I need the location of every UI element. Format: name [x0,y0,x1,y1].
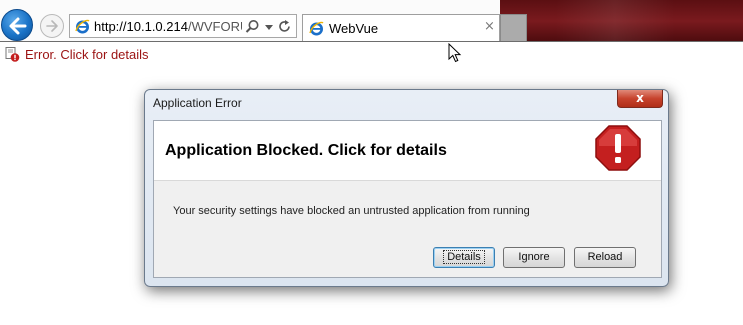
address-host: http://10.1.0.214 [94,19,188,34]
mouse-cursor-icon [448,43,462,63]
chevron-down-icon[interactable] [263,20,275,34]
address-bar[interactable]: http://10.1.0.214/WVFORUM [69,14,297,38]
browser-tab-webvue[interactable]: WebVue × [302,14,500,41]
dialog-heading[interactable]: Application Blocked. Click for details [165,141,447,160]
dialog-title: Application Error [153,96,242,110]
dialog-message: Your security settings have blocked an u… [173,205,530,217]
refresh-icon[interactable] [277,19,292,34]
dialog-close-button[interactable]: x [617,90,663,108]
internet-explorer-icon [75,19,90,34]
dialog-header: Application Blocked. Click for details [154,121,661,181]
details-button-label: Details [443,250,485,264]
forward-arrow-icon [46,20,58,32]
new-tab-button[interactable] [500,14,527,41]
forward-button[interactable] [40,14,64,38]
search-icon[interactable] [245,19,260,34]
tab-title: WebVue [329,21,379,36]
tab-close-icon[interactable]: × [484,20,496,34]
toolbar-divider [0,41,743,42]
details-button[interactable]: Details [433,247,495,268]
back-button[interactable] [1,9,33,41]
error-page-icon [5,47,20,62]
reload-button[interactable]: Reload [574,247,636,268]
stop-sign-icon [595,125,641,171]
address-path: /WVFORUM [187,19,242,34]
dialog-body: Application Blocked. Click for details Y… [153,120,662,278]
browser-toolbar: http://10.1.0.214/WVFORUM WebVue × [0,0,743,42]
application-error-dialog: Application Error x Application Blocked.… [144,89,669,287]
internet-explorer-icon [309,21,324,36]
back-arrow-icon [9,17,27,35]
page-error-text[interactable]: Error. Click for details [25,46,149,63]
close-icon: x [636,91,644,105]
ignore-button[interactable]: Ignore [503,247,565,268]
background-image-strip [500,0,743,42]
address-text[interactable]: http://10.1.0.214/WVFORUM [94,18,242,35]
